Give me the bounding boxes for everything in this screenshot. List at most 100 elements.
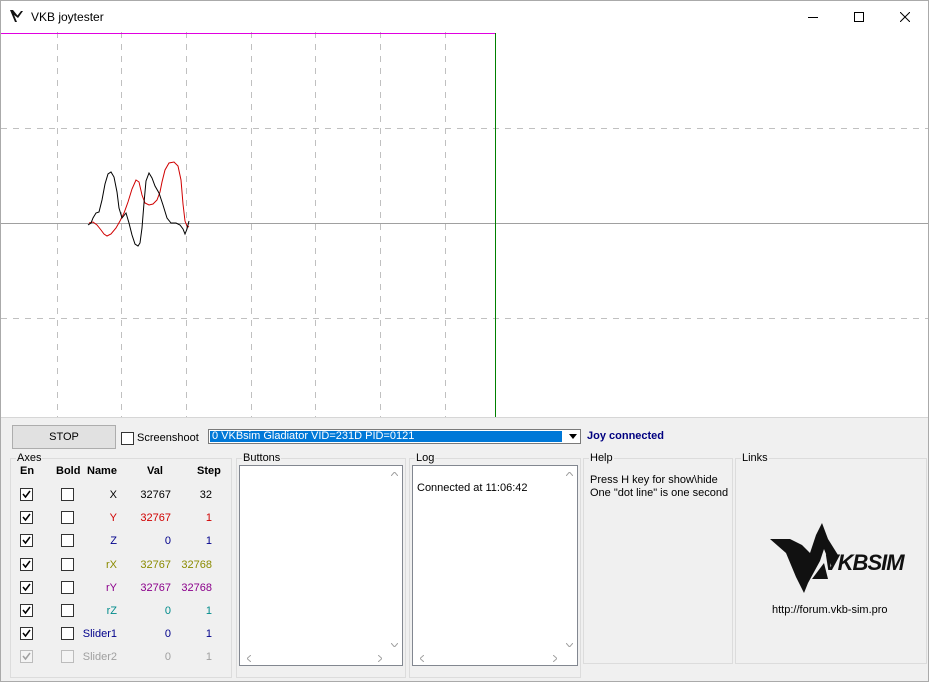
axis-value: 0	[164, 628, 171, 640]
log-group: Log Connected at 11:06:42	[409, 452, 581, 678]
scroll-down-icon[interactable]	[388, 639, 400, 651]
axis-name: X	[109, 489, 117, 501]
axis-value: 32767	[140, 489, 171, 501]
axis-step: 1	[205, 651, 212, 663]
axis-bold-checkbox[interactable]	[61, 604, 74, 617]
checkmark-icon	[22, 490, 31, 499]
links-group-title: Links	[741, 452, 769, 464]
app-window: VKB joytester STOP Screenshoot 0 VKBsim …	[0, 0, 929, 682]
header-bold: Bold	[56, 465, 81, 477]
axis-enable-checkbox[interactable]	[20, 511, 33, 524]
axis-name: Slider2	[82, 651, 117, 663]
axis-name: rZ	[106, 605, 117, 617]
axis-name: rY	[106, 582, 117, 594]
scroll-right-icon[interactable]	[374, 652, 386, 664]
device-select[interactable]: 0 VKBsim Gladiator VID=231D PID=0121	[208, 429, 581, 444]
axis-value: 32767	[140, 559, 171, 571]
axis-bold-checkbox[interactable]	[61, 581, 74, 594]
checkmark-icon	[22, 560, 31, 569]
buttons-group-title: Buttons	[242, 452, 282, 464]
scroll-up-icon[interactable]	[563, 468, 575, 480]
axis-step: 32768	[181, 559, 212, 571]
axis-enable-checkbox[interactable]	[20, 650, 33, 663]
buttons-group: Buttons	[236, 452, 406, 678]
header-en: En	[20, 465, 35, 477]
screenshoot-label: Screenshoot	[137, 432, 199, 444]
axis-value: 0	[164, 605, 171, 617]
axes-group: Axes En Bold Name Val Step X 32767 32 Y 3276…	[10, 452, 232, 678]
axis-bold-checkbox[interactable]	[61, 511, 74, 524]
log-list[interactable]: Connected at 11:06:42	[412, 465, 578, 666]
axis-enable-checkbox[interactable]	[20, 627, 33, 640]
stop-button[interactable]: STOP	[12, 425, 116, 449]
screenshoot-checkbox[interactable]	[121, 432, 134, 445]
checkmark-icon	[22, 583, 31, 592]
axis-name: Slider1	[82, 628, 117, 640]
header-name: Name	[87, 465, 117, 477]
axis-bold-checkbox[interactable]	[61, 558, 74, 571]
control-panel: STOP Screenshoot 0 VKBsim Gladiator VID=…	[1, 417, 928, 681]
axis-step: 1	[205, 512, 212, 524]
log-group-title: Log	[415, 452, 436, 464]
scroll-left-icon[interactable]	[243, 652, 255, 664]
checkmark-icon	[22, 513, 31, 522]
links-group: Links VKBSIM http://forum.vkb-sim.pro	[735, 452, 927, 664]
scroll-left-icon[interactable]	[416, 652, 428, 664]
trace-y	[88, 161, 190, 237]
axis-name: Y	[109, 512, 117, 524]
header-step: Step	[197, 465, 221, 477]
axis-step: 1	[205, 535, 212, 547]
close-button[interactable]	[882, 1, 928, 32]
trace-x	[87, 171, 190, 247]
checkmark-icon	[22, 606, 31, 615]
close-icon	[900, 11, 910, 22]
axis-name: rX	[106, 559, 117, 571]
logo-text: VKBSIM	[824, 550, 905, 575]
axis-bold-checkbox[interactable]	[61, 627, 74, 640]
axis-enable-checkbox[interactable]	[20, 581, 33, 594]
help-line-1: Press H key for show\hide	[590, 474, 718, 486]
axis-enable-checkbox[interactable]	[20, 558, 33, 571]
axis-bold-checkbox[interactable]	[61, 650, 74, 663]
scroll-right-icon[interactable]	[549, 652, 561, 664]
axis-enable-checkbox[interactable]	[20, 534, 33, 547]
maximize-icon	[854, 11, 864, 22]
window-title: VKB joytester	[31, 10, 104, 24]
axis-enable-checkbox[interactable]	[20, 604, 33, 617]
axis-step: 32	[199, 489, 212, 501]
buttons-list[interactable]	[239, 465, 403, 666]
axis-enable-checkbox[interactable]	[20, 488, 33, 501]
axes-group-title: Axes	[16, 452, 43, 464]
scroll-up-icon[interactable]	[388, 468, 400, 480]
axis-value: 0	[164, 535, 171, 547]
axis-value: 32767	[140, 582, 171, 594]
plot-grid	[1, 32, 928, 417]
connection-status: Joy connected	[587, 430, 665, 442]
maximize-button[interactable]	[836, 1, 882, 32]
vkbsim-logo: VKBSIM	[768, 519, 905, 599]
axis-bold-checkbox[interactable]	[61, 534, 74, 547]
help-group: Help Press H key for show\hide One "dot …	[583, 452, 733, 664]
chevron-down-icon[interactable]	[564, 430, 580, 443]
axis-value: 32767	[140, 512, 171, 524]
header-val: Val	[147, 465, 163, 477]
device-select-value: 0 VKBsim Gladiator VID=231D PID=0121	[210, 431, 562, 442]
forum-link[interactable]: http://forum.vkb-sim.pro	[772, 604, 888, 616]
help-line-2: One "dot line" is one second	[590, 487, 729, 499]
axis-step: 32768	[181, 582, 212, 594]
axis-step: 1	[205, 628, 212, 640]
log-line: Connected at 11:06:42	[417, 482, 528, 494]
axes-plot-area	[1, 32, 928, 417]
checkmark-icon	[22, 629, 31, 638]
axis-name: Z	[110, 535, 117, 547]
title-bar[interactable]: VKB joytester	[1, 1, 928, 32]
checkmark-icon	[22, 536, 31, 545]
axis-value: 0	[164, 651, 171, 663]
axis-step: 1	[205, 605, 212, 617]
minimize-button[interactable]	[790, 1, 836, 32]
scroll-down-icon[interactable]	[563, 639, 575, 651]
axis-bold-checkbox[interactable]	[61, 488, 74, 501]
help-group-title: Help	[589, 452, 614, 464]
minimize-icon	[808, 16, 818, 18]
vkb-logo-icon	[9, 8, 25, 24]
